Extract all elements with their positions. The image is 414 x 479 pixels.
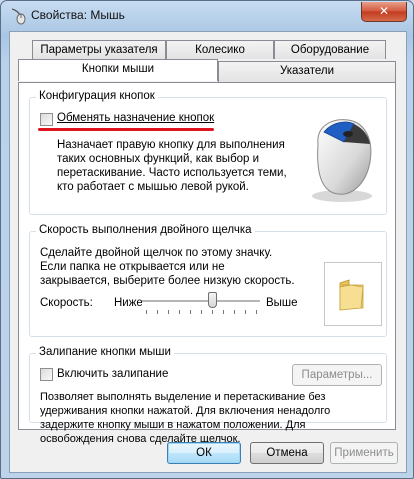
- title-bar[interactable]: Свойства: Мышь ✕: [1, 1, 413, 31]
- button-config-desc-1: Назначает правую кнопку для выполнения: [57, 139, 285, 151]
- speed-fast-label: Выше: [266, 297, 298, 309]
- tab-label: Оборудование: [290, 44, 370, 56]
- window-title: Свойства: Мышь: [31, 8, 125, 22]
- double-click-desc-1: Сделайте двойной щелчок по этому значку.: [40, 247, 273, 259]
- double-click-speed-slider[interactable]: [142, 292, 260, 318]
- speed-label: Скорость:: [40, 297, 93, 309]
- annotation-red-underline: [38, 128, 214, 131]
- folder-icon[interactable]: [337, 277, 367, 311]
- double-click-desc-3: закрывается, выберите более низкую скоро…: [40, 275, 295, 287]
- click-lock-group: Залипание кнопки мыши Включить залипание…: [29, 346, 387, 445]
- slider-tick: [146, 310, 147, 314]
- cancel-button[interactable]: Отмена: [250, 442, 324, 464]
- slider-tick: [234, 310, 235, 314]
- click-lock-checkbox[interactable]: [40, 368, 53, 381]
- slider-tick: [245, 310, 246, 314]
- slider-tick: [190, 310, 191, 314]
- dialog-client-area: Параметры указателя Колесико Оборудовани…: [9, 31, 407, 473]
- slider-tick: [157, 310, 158, 314]
- tab-hardware[interactable]: Оборудование: [274, 40, 386, 59]
- button-config-title: Конфигурация кнопок: [36, 90, 158, 102]
- mouse-properties-window: Свойства: Мышь ✕ Параметры указателя Кол…: [0, 0, 414, 479]
- apply-button[interactable]: Применить: [330, 442, 398, 464]
- double-click-desc-2: Если папка не открывается или не: [40, 261, 225, 273]
- tab-wheel[interactable]: Колесико: [166, 40, 274, 59]
- tab-mouse-buttons[interactable]: Кнопки мыши: [18, 59, 218, 81]
- tab-label: Указатели: [279, 65, 335, 77]
- tab-label: Колесико: [195, 44, 245, 56]
- button-config-desc-2: таких основных функций, как выбор и: [57, 153, 260, 165]
- tab-pointer-options[interactable]: Параметры указателя: [32, 40, 166, 59]
- tab-panel-mouse-buttons: Конфигурация кнопок Обменять назначение …: [18, 82, 396, 445]
- button-config-desc-3: перетаскивание. Часто используется теми,: [57, 167, 287, 179]
- double-click-title: Скорость выполнения двойного щелчка: [36, 224, 255, 236]
- slider-tick: [256, 310, 257, 314]
- tab-label: Кнопки мыши: [81, 63, 155, 75]
- slider-thumb[interactable]: [208, 292, 217, 308]
- button-config-desc-4: кто работает с мышью левой рукой.: [57, 181, 249, 193]
- swap-buttons-checkbox[interactable]: [40, 113, 53, 126]
- close-button[interactable]: ✕: [361, 2, 407, 22]
- click-lock-desc-3: задержите кнопку мыши в нажатом положени…: [40, 419, 306, 431]
- click-lock-settings-button[interactable]: Параметры...: [292, 364, 382, 386]
- swap-buttons-label[interactable]: Обменять назначение кнопок: [57, 111, 214, 125]
- tab-pointers[interactable]: Указатели: [218, 61, 396, 82]
- click-lock-label[interactable]: Включить залипание: [57, 367, 168, 381]
- slider-track: [142, 300, 260, 303]
- double-click-group: Скорость выполнения двойного щелчка Сдел…: [29, 224, 387, 337]
- speed-slow-label: Ниже: [114, 297, 143, 309]
- click-lock-desc-2: удерживания кнопки нажатой. Для включени…: [40, 405, 331, 417]
- slider-tick: [168, 310, 169, 314]
- tab-label: Параметры указателя: [40, 44, 158, 56]
- slider-tick: [212, 310, 213, 314]
- swap-buttons-text: Обменять назначение кнопок: [57, 112, 215, 124]
- mouse-illustration: [312, 119, 372, 202]
- slider-tick: [179, 310, 180, 314]
- button-config-group: Конфигурация кнопок Обменять назначение …: [29, 90, 387, 215]
- ok-button[interactable]: ОК: [167, 442, 241, 464]
- slider-tick: [223, 310, 224, 314]
- click-lock-title: Залипание кнопки мыши: [36, 346, 174, 358]
- slider-tick: [201, 310, 202, 314]
- mouse-app-icon: [11, 8, 26, 25]
- click-lock-desc-1: Позволяет выполнять выделение и перетаск…: [40, 391, 326, 403]
- test-folder-area[interactable]: [324, 262, 382, 326]
- close-icon: ✕: [378, 4, 390, 18]
